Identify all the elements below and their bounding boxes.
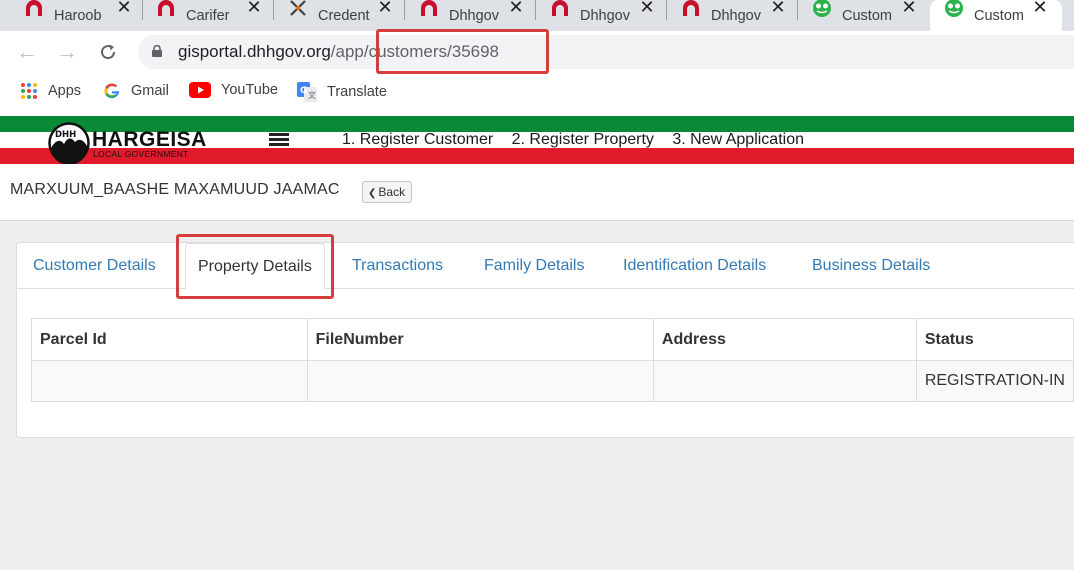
browser-tab[interactable]: Dhhgov ✕ <box>667 0 798 31</box>
browser-tab[interactable]: Haroob ✕ <box>0 0 142 31</box>
close-icon[interactable]: ✕ <box>246 0 262 16</box>
bookmarks-bar: Apps Gmail YouTube G文 Translate <box>0 74 1074 110</box>
table-row[interactable]: REGISTRATION-IN <box>31 360 1074 402</box>
browser-tab-label: Custom <box>842 7 892 24</box>
back-button-label: Back <box>378 185 406 199</box>
svg-text:G: G <box>300 86 307 96</box>
browser-tab-label: Carifer <box>186 7 230 24</box>
arch-icon <box>552 0 568 16</box>
column-header-status[interactable]: Status <box>915 318 1074 361</box>
column-header-parcel-id[interactable]: Parcel Id <box>31 318 308 361</box>
youtube-icon <box>189 82 211 98</box>
logo-badge-text: DHH <box>55 130 76 140</box>
close-icon[interactable]: ✕ <box>1032 0 1048 16</box>
bookmark-label: Translate <box>327 84 387 100</box>
bookmark-label: Apps <box>48 83 82 99</box>
customer-title-bar: MARXUUM_BAASHE MAXAMUUD JAAMAC ❮ Back <box>0 167 1074 221</box>
frog-icon <box>945 0 963 17</box>
browser-tab-label: Credent <box>318 7 370 24</box>
active-tab-highlight-box <box>176 234 334 299</box>
browser-tab-label: Dhhgov <box>449 7 499 24</box>
column-header-file-number[interactable]: FileNumber <box>306 318 654 361</box>
browser-tab[interactable]: Dhhgov ✕ <box>405 0 536 31</box>
bookmark-label: YouTube <box>221 82 278 98</box>
close-icon[interactable]: ✕ <box>508 0 524 16</box>
close-icon[interactable]: ✕ <box>116 0 132 16</box>
logo-subtitle: LOCAL GOVERNMENT <box>93 149 189 159</box>
browser-tab[interactable]: Carifer ✕ <box>143 0 274 31</box>
back-button[interactable]: ❮ Back <box>362 181 413 203</box>
bookmark-gmail[interactable]: Gmail <box>103 82 169 100</box>
nav-register-customer[interactable]: 1. Register Customer <box>342 131 493 148</box>
tab-customer-details[interactable]: Customer Details <box>33 243 156 289</box>
back-arrow-icon[interactable]: ← <box>14 39 40 65</box>
apps-grid-icon <box>21 83 37 99</box>
x-logo-icon <box>290 0 306 16</box>
arch-icon <box>683 0 699 16</box>
svg-text:文: 文 <box>308 90 316 100</box>
browser-tab[interactable]: Custom ✕ <box>798 0 929 31</box>
reload-icon[interactable] <box>95 39 121 65</box>
close-icon[interactable]: ✕ <box>901 0 917 16</box>
bookmark-apps[interactable]: Apps <box>20 82 81 100</box>
cell-status: REGISTRATION-IN <box>915 360 1074 402</box>
hargeisa-logo-icon[interactable]: DHH <box>48 122 90 164</box>
top-navigation: 1. Register Customer 2. Register Propert… <box>342 131 818 149</box>
arch-icon <box>26 0 42 16</box>
forward-arrow-icon[interactable]: → <box>54 39 80 65</box>
tab-family-details[interactable]: Family Details <box>484 243 584 289</box>
bookmark-label: Gmail <box>131 83 169 99</box>
translate-icon: G文 <box>297 82 317 102</box>
url-highlight-box <box>376 29 549 74</box>
tab-identification-details[interactable]: Identification Details <box>623 243 766 289</box>
tab-business-details[interactable]: Business Details <box>812 243 930 289</box>
cell-parcel-id <box>31 360 308 402</box>
arch-icon <box>421 0 437 16</box>
property-table: Parcel Id FileNumber Address Status REGI… <box>31 318 1074 402</box>
url-host: gisportal.dhhgov.org <box>178 42 331 61</box>
bookmark-translate[interactable]: G文 Translate <box>297 82 387 102</box>
browser-tab-strip: Haroob ✕ Carifer ✕ Credent ✕ Dhhgov ✕ Dh… <box>0 0 1074 31</box>
cell-address <box>652 360 917 402</box>
browser-tab-label: Custom <box>974 7 1024 24</box>
browser-tab-label: Dhhgov <box>580 7 630 24</box>
close-icon[interactable]: ✕ <box>639 0 655 16</box>
chevron-left-icon: ❮ <box>368 188 377 199</box>
browser-tab[interactable]: Dhhgov ✕ <box>536 0 667 31</box>
cell-file-number <box>306 360 654 402</box>
close-icon[interactable]: ✕ <box>377 0 393 16</box>
google-icon <box>104 83 120 99</box>
address-bar[interactable]: gisportal.dhhgov.org/app/customers/35698 <box>138 35 1074 69</box>
column-header-address[interactable]: Address <box>652 318 917 361</box>
browser-tab-label: Dhhgov <box>711 7 761 24</box>
customer-name: MARXUUM_BAASHE MAXAMUUD JAAMAC <box>10 181 340 198</box>
browser-tab[interactable]: Credent ✕ <box>274 0 405 31</box>
lock-icon <box>152 45 162 57</box>
nav-new-application[interactable]: 3. New Application <box>672 131 804 148</box>
browser-tab-label: Haroob <box>54 7 102 24</box>
nav-register-property[interactable]: 2. Register Property <box>512 131 654 148</box>
frog-icon <box>813 0 831 17</box>
browser-tab-active[interactable]: Custom ✕ <box>930 0 1062 31</box>
table-header-row: Parcel Id FileNumber Address Status <box>31 318 1074 361</box>
tab-transactions[interactable]: Transactions <box>352 243 443 289</box>
hamburger-menu-icon[interactable] <box>269 133 289 147</box>
arch-icon <box>158 0 174 16</box>
close-icon[interactable]: ✕ <box>770 0 786 16</box>
bookmark-youtube[interactable]: YouTube <box>189 82 278 98</box>
